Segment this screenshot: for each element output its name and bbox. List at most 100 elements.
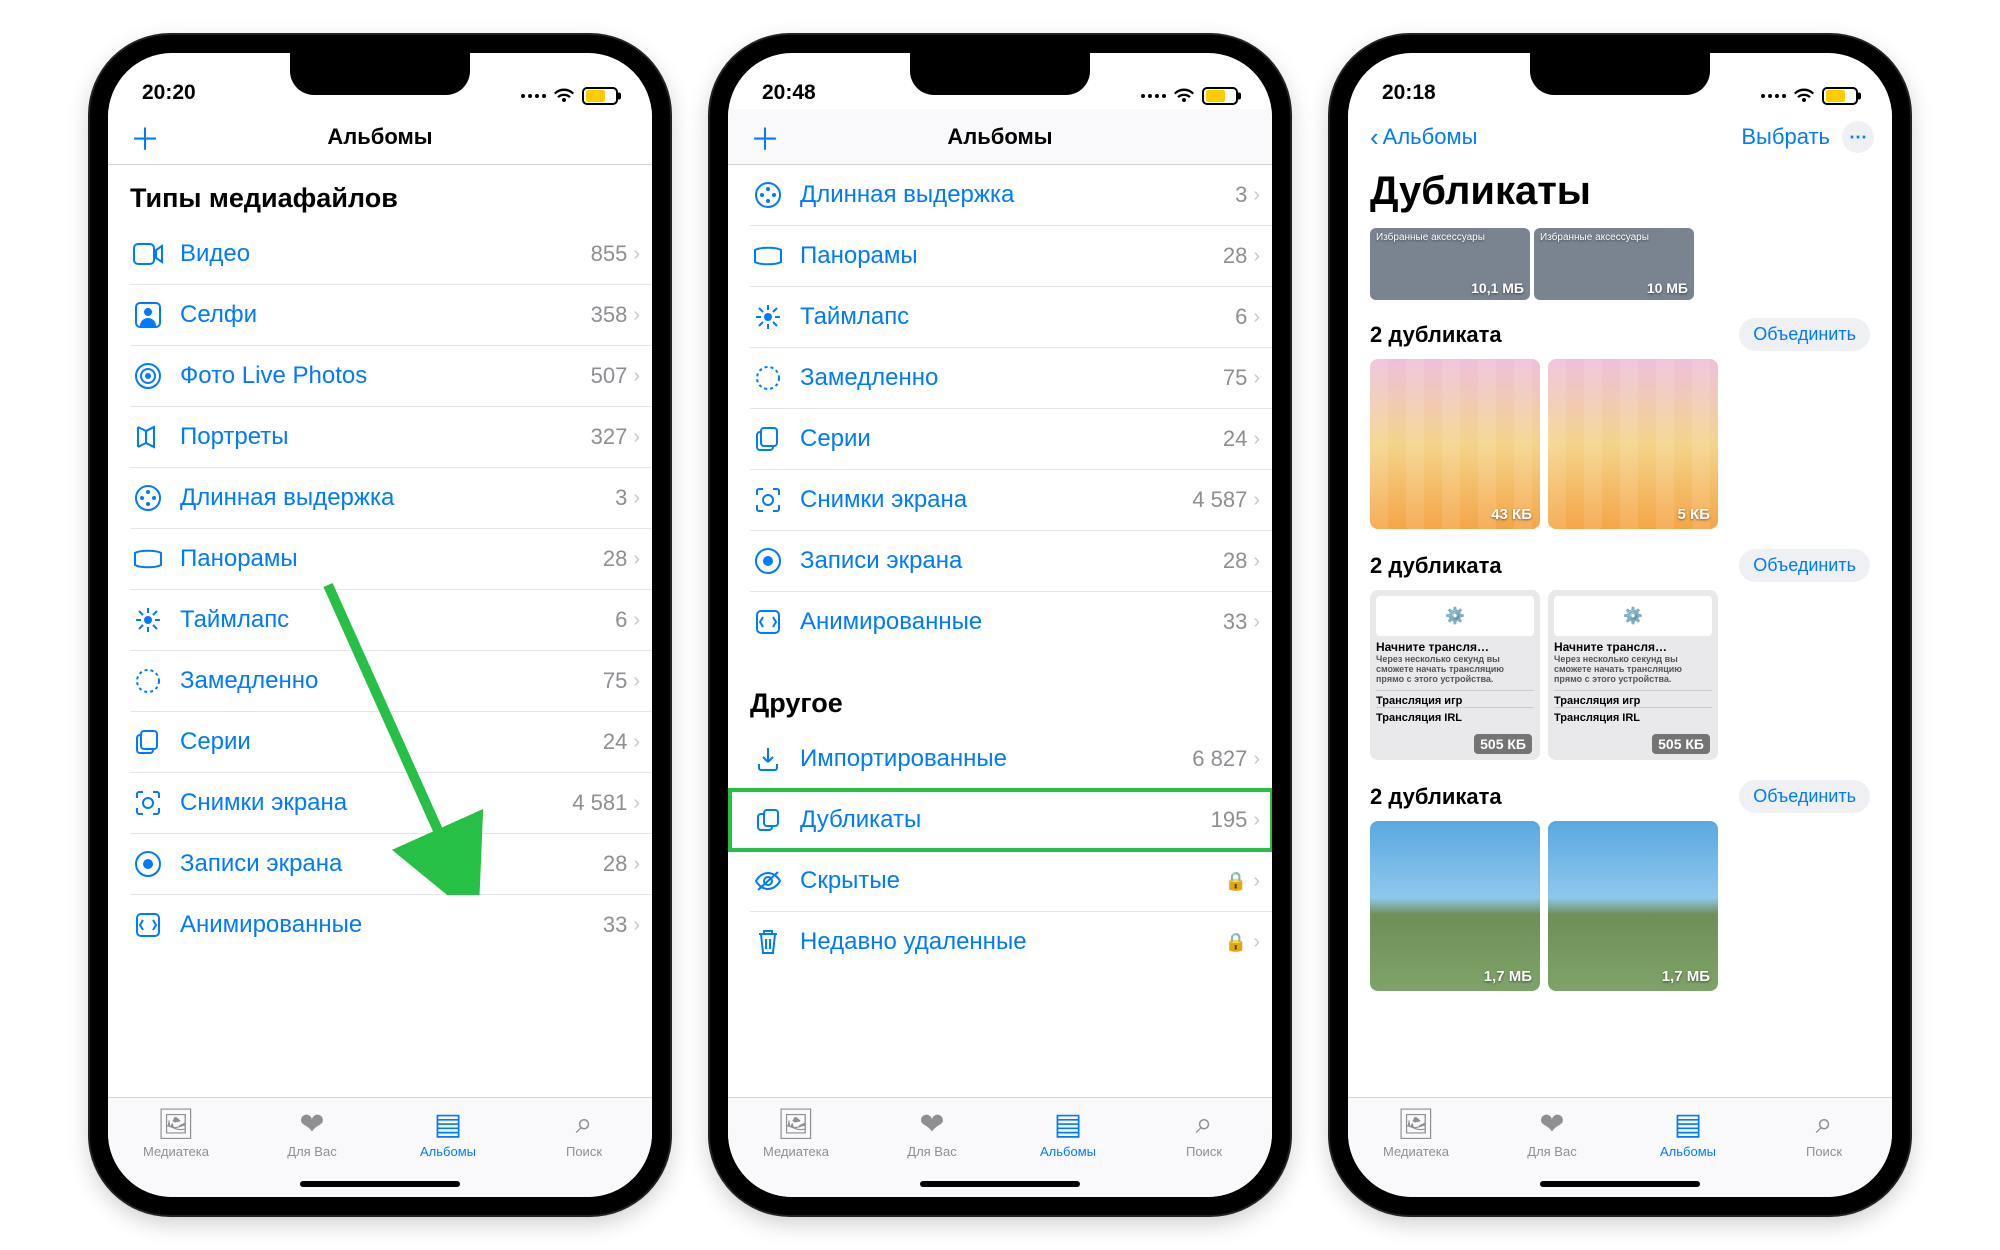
tab-search[interactable]: ⌕Поиск — [1136, 1108, 1272, 1159]
gif-icon — [130, 907, 166, 943]
list-row[interactable]: Таймлапс 6 › — [130, 590, 652, 651]
list-row[interactable]: Длинная выдержка 3 › — [750, 165, 1272, 226]
live-icon — [130, 358, 166, 394]
phone-frame-3: 20:18 ‹ Альбомы Выбрать ⋯ Дубликаты Избр… — [1330, 35, 1910, 1215]
row-label: Фото Live Photos — [180, 362, 591, 390]
merge-button[interactable]: Объединить — [1739, 318, 1870, 351]
page-title: Дубликаты — [1348, 165, 1892, 228]
add-button[interactable]: ＋ — [750, 115, 780, 159]
list-row[interactable]: Записи экрана 28 › — [130, 834, 652, 895]
tab-library[interactable]: 🖼Медиатека — [108, 1108, 244, 1159]
slomo-icon — [750, 360, 786, 396]
row-count: 28 — [603, 546, 627, 572]
pano-icon — [130, 541, 166, 577]
tab-library[interactable]: 🖼Медиатека — [1348, 1108, 1484, 1159]
duplicate-thumbnail[interactable]: ⚙️Начните трансля…Через несколько секунд… — [1370, 590, 1540, 760]
chevron-right-icon: › — [633, 365, 640, 388]
duplicate-thumbnail[interactable]: Избранные аксессуары10,1 МБ — [1370, 228, 1530, 300]
list-row[interactable]: Таймлапс 6 › — [750, 287, 1272, 348]
list-row[interactable]: Замедленно 75 › — [750, 348, 1272, 409]
tab-search[interactable]: ⌕Поиск — [516, 1108, 652, 1159]
row-label: Замедленно — [180, 667, 603, 695]
notch — [1530, 53, 1710, 95]
library-icon: 🖼 — [1397, 1108, 1435, 1140]
list-row[interactable]: Импортированные 6 827 › — [750, 729, 1272, 790]
list-row[interactable]: Снимки экрана 4 581 › — [130, 773, 652, 834]
row-count: 6 — [615, 607, 627, 633]
list-row[interactable]: Серии 24 › — [130, 712, 652, 773]
duplicate-thumbnail[interactable]: Избранные аксессуары10 МБ — [1534, 228, 1694, 300]
chevron-right-icon: › — [1253, 748, 1260, 771]
list-row[interactable]: Записи экрана 28 › — [750, 531, 1272, 592]
duplicate-thumbnail[interactable]: 5 КБ — [1548, 359, 1718, 529]
select-button[interactable]: Выбрать — [1741, 124, 1830, 150]
albums-icon: ▤ — [434, 1108, 462, 1140]
tab-library[interactable]: 🖼Медиатека — [728, 1108, 864, 1159]
phone-frame-1: 20:20 ＋ Альбомы Типы медиафайлов Видео 8… — [90, 35, 670, 1215]
list-row[interactable]: Анимированные 33 › — [750, 592, 1272, 652]
row-count: 28 — [603, 851, 627, 877]
row-count: 75 — [603, 668, 627, 694]
row-count: 28 — [1223, 548, 1247, 574]
content-area: Длинная выдержка 3 › Панорамы 28 › Таймл… — [728, 165, 1272, 1097]
merge-button[interactable]: Объединить — [1739, 549, 1870, 582]
list-row[interactable]: Недавно удаленные 🔒 › — [750, 912, 1272, 972]
list-row[interactable]: Дубликаты 195 › — [750, 790, 1272, 851]
back-button[interactable]: ‹ Альбомы — [1370, 122, 1477, 153]
list-row[interactable]: Длинная выдержка 3 › — [130, 468, 652, 529]
row-count: 6 827 — [1192, 746, 1247, 772]
duplicate-thumbnail[interactable]: 1,7 МБ — [1370, 821, 1540, 991]
duplicate-thumbnail[interactable]: 1,7 МБ — [1548, 821, 1718, 991]
pano-icon — [750, 238, 786, 274]
merge-button[interactable]: Объединить — [1739, 780, 1870, 813]
row-label: Дубликаты — [800, 806, 1211, 834]
list-row[interactable]: Панорамы 28 › — [130, 529, 652, 590]
chevron-right-icon: › — [1253, 184, 1260, 207]
tab-albums[interactable]: ▤Альбомы — [380, 1108, 516, 1159]
search-icon: ⌕ — [1816, 1108, 1833, 1140]
tab-search[interactable]: ⌕Поиск — [1756, 1108, 1892, 1159]
row-label: Замедленно — [800, 364, 1223, 392]
chevron-right-icon: › — [1253, 489, 1260, 512]
lock-icon: 🔒 — [1225, 932, 1247, 953]
list-row[interactable]: Скрытые 🔒 › — [750, 851, 1272, 912]
list-row[interactable]: Портреты 327 › — [130, 407, 652, 468]
list-row[interactable]: Анимированные 33 › — [130, 895, 652, 955]
row-label: Записи экрана — [180, 850, 603, 878]
chevron-left-icon: ‹ — [1370, 122, 1379, 153]
home-indicator[interactable] — [300, 1181, 460, 1187]
list-row[interactable]: Фото Live Photos 507 › — [130, 346, 652, 407]
signal-icon — [521, 94, 546, 98]
wifi-icon — [1174, 88, 1194, 104]
longexp-icon — [750, 177, 786, 213]
tab-albums[interactable]: ▤Альбомы — [1620, 1108, 1756, 1159]
tab-foryou[interactable]: ❤︎Для Вас — [1484, 1108, 1620, 1159]
timelapse-icon — [130, 602, 166, 638]
home-indicator[interactable] — [920, 1181, 1080, 1187]
list-row[interactable]: Серии 24 › — [750, 409, 1272, 470]
add-button[interactable]: ＋ — [130, 115, 160, 159]
screenshot-icon — [130, 785, 166, 821]
list-row[interactable]: Селфи 358 › — [130, 285, 652, 346]
row-label: Видео — [180, 240, 591, 268]
list-row[interactable]: Снимки экрана 4 587 › — [750, 470, 1272, 531]
list-row[interactable]: Панорамы 28 › — [750, 226, 1272, 287]
tab-foryou[interactable]: ❤︎Для Вас — [864, 1108, 1000, 1159]
duplicate-thumbnail[interactable]: 43 КБ — [1370, 359, 1540, 529]
nav-bar: ＋ Альбомы — [728, 109, 1272, 165]
list-row[interactable]: Видео 855 › — [130, 224, 652, 285]
list-row[interactable]: Замедленно 75 › — [130, 651, 652, 712]
home-indicator[interactable] — [1540, 1181, 1700, 1187]
notch — [910, 53, 1090, 95]
row-label: Длинная выдержка — [800, 181, 1235, 209]
more-button[interactable]: ⋯ — [1842, 121, 1874, 153]
tab-albums[interactable]: ▤Альбомы — [1000, 1108, 1136, 1159]
duplicate-thumbnail[interactable]: ⚙️Начните трансля…Через несколько секунд… — [1548, 590, 1718, 760]
screenshot-icon — [750, 482, 786, 518]
nav-bar: ＋ Альбомы — [108, 109, 652, 165]
row-label: Таймлапс — [800, 303, 1235, 331]
library-icon: 🖼 — [157, 1108, 195, 1140]
library-icon: 🖼 — [777, 1108, 815, 1140]
tab-foryou[interactable]: ❤︎Для Вас — [244, 1108, 380, 1159]
row-count: 33 — [1223, 609, 1247, 635]
